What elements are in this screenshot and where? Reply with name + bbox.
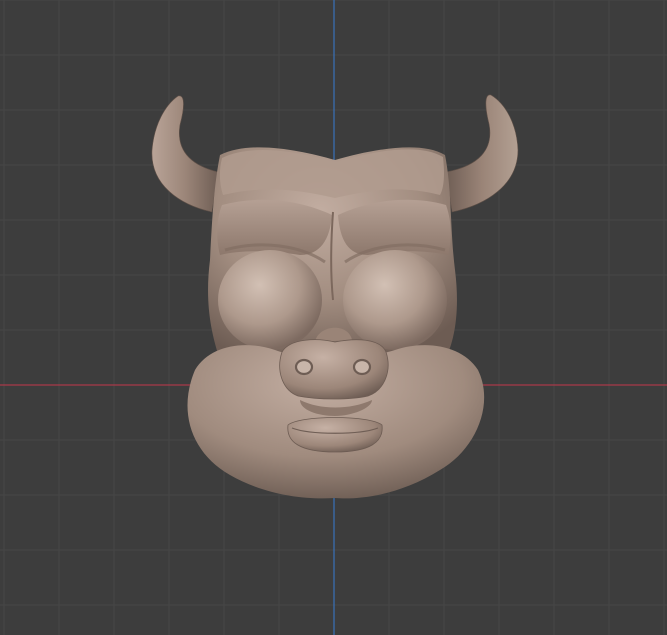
- left-horn: [151, 95, 219, 213]
- left-nostril: [294, 358, 314, 376]
- right-nostril: [352, 358, 372, 376]
- viewport-canvas[interactable]: [0, 0, 667, 635]
- right-horn: [445, 94, 519, 213]
- bull-head-sculpt[interactable]: [151, 94, 519, 499]
- left-eye: [218, 250, 322, 350]
- right-eye: [343, 250, 447, 350]
- 3d-viewport[interactable]: [0, 0, 667, 635]
- mouth: [287, 417, 383, 453]
